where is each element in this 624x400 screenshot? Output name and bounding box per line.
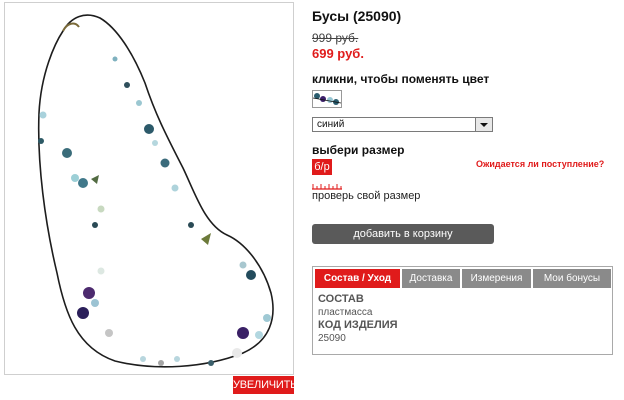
check-size-link[interactable]: проверь свой размер <box>312 190 420 202</box>
zoom-button[interactable]: УВЕЛИЧИТЬ <box>233 376 297 394</box>
composition-value: пластмасса <box>318 307 373 318</box>
color-swatch[interactable] <box>312 90 342 108</box>
old-price: 999 руб. <box>312 31 359 45</box>
product-image[interactable] <box>4 2 294 375</box>
tab-composition-care[interactable]: Состав / Уход <box>315 269 400 288</box>
size-option-button[interactable]: б/р <box>312 159 332 175</box>
new-price: 699 руб. <box>312 46 364 61</box>
tab-my-bonuses[interactable]: Мои бонусы <box>533 269 611 288</box>
chevron-down-icon[interactable] <box>475 118 492 131</box>
product-title: Бусы (25090) <box>312 8 402 24</box>
add-to-cart-button[interactable]: добавить в корзину <box>312 224 494 244</box>
tab-content: СОСТАВ пластмасса КОД ИЗДЕЛИЯ 25090 <box>318 293 398 345</box>
availability-link[interactable]: Ожидается ли поступление? <box>476 159 604 169</box>
product-code-heading: КОД ИЗДЕЛИЯ <box>318 319 398 331</box>
info-panel: Состав / Уход Доставка Измерения Мои бон… <box>312 266 613 355</box>
ruler-icon[interactable] <box>312 182 342 190</box>
color-label: кликни, чтобы поменять цвет <box>312 72 490 86</box>
tab-measurements[interactable]: Измерения <box>462 269 531 288</box>
tab-bar: Состав / Уход Доставка Измерения Мои бон… <box>313 267 612 289</box>
product-code-value: 25090 <box>318 333 346 344</box>
necklace-image <box>37 14 274 368</box>
color-select[interactable]: синий <box>312 117 493 132</box>
composition-heading: СОСТАВ <box>318 293 364 305</box>
color-select-value: синий <box>317 119 345 130</box>
tab-delivery[interactable]: Доставка <box>402 269 460 288</box>
swatch-thumbnail-icon <box>312 91 342 107</box>
size-label: выбери размер <box>312 143 405 157</box>
